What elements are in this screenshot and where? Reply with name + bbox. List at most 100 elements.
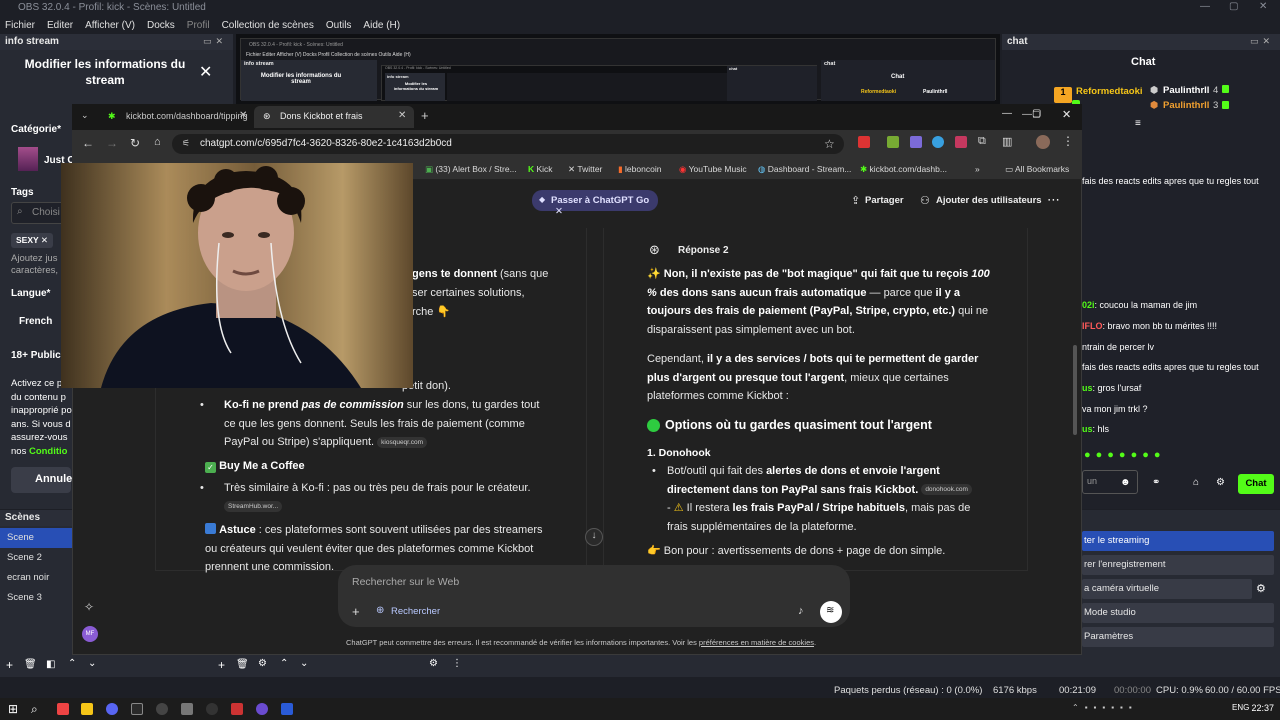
puzzle-icon[interactable]: ⧉: [978, 135, 986, 148]
all-bookmarks[interactable]: ▭ All Bookmarks: [1005, 164, 1069, 175]
store-icon[interactable]: ⌂: [1193, 477, 1199, 488]
close-icon[interactable]: ✕: [555, 206, 563, 217]
app-taskbar-icon[interactable]: [281, 703, 293, 715]
search-icon[interactable]: ⌕: [31, 702, 38, 717]
extension-icon[interactable]: [887, 136, 899, 148]
extension-icon[interactable]: [932, 136, 944, 148]
add-users-button[interactable]: Ajouter des utilisateurs: [936, 195, 1042, 206]
dock-controls-icon[interactable]: ▭✕: [1250, 36, 1274, 47]
langue-value[interactable]: French: [19, 316, 52, 327]
source-chip[interactable]: kiosqueqr.com: [377, 436, 428, 448]
down-icon[interactable]: ⌄: [300, 658, 308, 669]
share-icon[interactable]: ⇪: [851, 194, 860, 207]
close-window-icon[interactable]: ✕: [1062, 108, 1071, 121]
explorer-taskbar-icon[interactable]: [81, 703, 93, 715]
menu-afficher[interactable]: Afficher (V): [85, 20, 135, 31]
conditions-link[interactable]: Conditio: [29, 446, 68, 457]
close-icon[interactable]: ✕: [199, 62, 212, 82]
bookmark-item[interactable]: ✱ kickbot.com/dashb...: [860, 164, 947, 175]
tab-chatgpt[interactable]: ⊛ Dons Kickbot et frais: [254, 106, 414, 128]
bookmark-item[interactable]: K Kick: [528, 164, 553, 174]
emote-row[interactable]: ●●●●●●●: [1084, 449, 1166, 461]
chat-send-button[interactable]: Chat: [1238, 474, 1274, 494]
menu-aide[interactable]: Aide (H): [363, 20, 400, 31]
up-icon[interactable]: ⌃: [68, 658, 76, 669]
scrollbar[interactable]: [1073, 345, 1077, 435]
menu-fichier[interactable]: Fichier: [5, 20, 35, 31]
filter-icon[interactable]: ◧: [46, 659, 55, 670]
tray-icons[interactable]: ⌃▪▪▪▪▪▪: [1072, 703, 1138, 712]
share-button[interactable]: Partager: [865, 195, 904, 206]
loop-icon[interactable]: ⚭: [1152, 477, 1160, 488]
close-tab-icon[interactable]: ✕: [239, 110, 247, 121]
extension-icon[interactable]: [910, 136, 922, 148]
menu-outils[interactable]: Outils: [326, 20, 352, 31]
bookmark-item[interactable]: ▮ leboncoin: [618, 164, 661, 175]
app-taskbar-icon[interactable]: [131, 703, 143, 715]
back-icon[interactable]: ←: [82, 136, 94, 150]
app-taskbar-icon[interactable]: [181, 703, 193, 715]
microphone-icon[interactable]: ♪: [798, 605, 804, 617]
url-bar[interactable]: ⚟ chatgpt.com/c/695d7fc4-3620-8326-80e2-…: [172, 134, 844, 154]
clock[interactable]: 22:37: [1251, 703, 1274, 713]
start-recording-button[interactable]: rer l'enregistrement: [1082, 555, 1274, 575]
add-user-icon[interactable]: ⚇: [920, 194, 930, 207]
menu-collection[interactable]: Collection de scènes: [222, 20, 314, 31]
source-chip[interactable]: donohook.com: [921, 484, 972, 496]
app-taskbar-icon[interactable]: [256, 703, 268, 715]
maximize-icon[interactable]: ▢: [1229, 1, 1238, 12]
bookmark-item[interactable]: ◉ YouTube Music: [679, 164, 747, 175]
up-icon[interactable]: ⌃: [280, 658, 288, 669]
menu-editer[interactable]: Editer: [47, 20, 73, 31]
upgrade-go-button[interactable]: ◆ Passer à ChatGPT Go ✕: [532, 190, 658, 217]
user-avatar[interactable]: MF: [82, 626, 98, 642]
minimize-icon[interactable]: —: [1200, 1, 1210, 12]
minimize-icon[interactable]: —: [1022, 109, 1032, 120]
profile-avatar[interactable]: [1036, 135, 1050, 149]
sidepanel-icon[interactable]: ▥: [1002, 135, 1012, 148]
gear-icon[interactable]: ⚙: [1216, 477, 1225, 488]
menu-profil[interactable]: Profil: [187, 20, 210, 31]
annuler-button[interactable]: Annule: [11, 467, 72, 493]
message-composer[interactable]: [338, 565, 850, 627]
adblock-icon[interactable]: [858, 136, 870, 148]
more-icon[interactable]: ⋮: [452, 658, 462, 669]
scene-item[interactable]: Scene 3: [0, 588, 72, 608]
add-icon[interactable]: +: [6, 658, 13, 672]
site-info-icon[interactable]: ⚟: [182, 138, 190, 149]
source-chip[interactable]: StreamHub.wor...: [224, 501, 283, 513]
tab-kickbot[interactable]: ✱ kickbot.com/dashboard/tipping: [100, 106, 253, 128]
attach-icon[interactable]: +: [352, 604, 360, 619]
menu-icon[interactable]: ⋮: [1062, 134, 1074, 148]
emoji-icon[interactable]: ☻: [1120, 477, 1131, 488]
more-bookmarks-icon[interactable]: »: [975, 164, 980, 174]
bookmark-item[interactable]: ◍ Dashboard - Stream...: [758, 164, 851, 175]
down-icon[interactable]: ⌄: [88, 658, 96, 669]
home-icon[interactable]: ⌂: [154, 136, 161, 148]
studio-mode-button[interactable]: Mode studio: [1082, 603, 1274, 623]
obs-taskbar-icon[interactable]: [156, 703, 168, 715]
extension-icon[interactable]: [955, 136, 967, 148]
bookmark-item[interactable]: ✕ Twitter: [568, 164, 602, 175]
cookies-link[interactable]: préférences en matière de cookies: [699, 638, 814, 647]
expand-icon[interactable]: ≡: [1135, 118, 1141, 129]
forward-icon[interactable]: →: [106, 136, 118, 150]
reload-icon[interactable]: ↻: [130, 136, 140, 150]
language-indicator[interactable]: ENG: [1232, 703, 1249, 712]
trash-icon[interactable]: 🗑: [236, 659, 249, 670]
voice-mode-button[interactable]: ≋: [820, 601, 842, 623]
new-tab-icon[interactable]: +: [421, 108, 429, 123]
chrome-taskbar-icon[interactable]: [57, 703, 69, 715]
add-source-icon[interactable]: +: [218, 658, 225, 672]
gear-icon[interactable]: ⚙: [1256, 582, 1266, 595]
dock-controls-icon[interactable]: ▭✕: [203, 36, 227, 47]
more-options-icon[interactable]: ⋯: [1047, 192, 1060, 208]
app-taskbar-icon[interactable]: [231, 703, 243, 715]
scene-item[interactable]: Scene: [0, 528, 72, 548]
bookmark-item[interactable]: ▣ (33) Alert Box / Stre...: [425, 164, 517, 175]
search-web-toggle[interactable]: Rechercher: [391, 606, 440, 617]
scroll-down-button[interactable]: ↓: [585, 528, 603, 546]
start-streaming-button[interactable]: ter le streaming: [1082, 531, 1274, 551]
windows-start-icon[interactable]: ⊞: [8, 702, 18, 716]
menu-docks[interactable]: Docks: [147, 20, 175, 31]
